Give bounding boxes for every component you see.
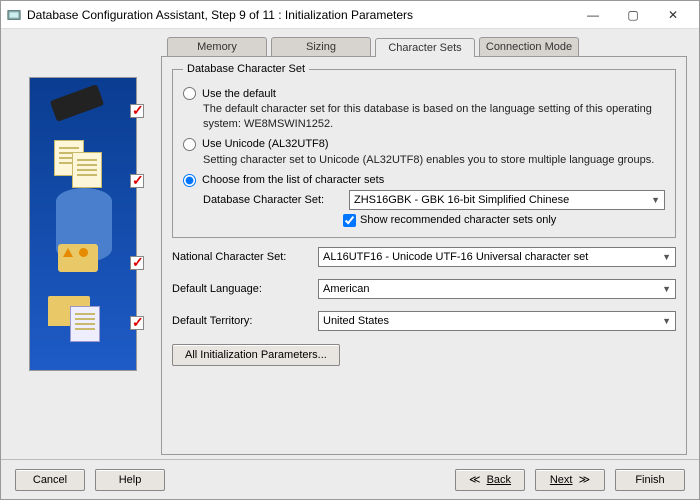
finish-button[interactable]: Finish: [615, 469, 685, 491]
db-charset-group: Database Character Set Use the default T…: [172, 63, 676, 238]
tab-connection-mode[interactable]: Connection Mode: [479, 37, 579, 56]
window-title: Database Configuration Assistant, Step 9…: [27, 8, 573, 22]
chevron-down-icon: ▼: [662, 316, 671, 326]
all-init-params-button[interactable]: All Initialization Parameters...: [172, 344, 340, 366]
use-default-desc: The default character set for this datab…: [203, 102, 665, 132]
tab-panel: Database Character Set Use the default T…: [161, 56, 687, 455]
tab-bar: Memory Sizing Character Sets Connection …: [167, 37, 687, 56]
db-charset-label: Database Character Set:: [203, 194, 341, 206]
default-language-select[interactable]: American ▼: [318, 279, 676, 299]
app-icon: [7, 8, 21, 22]
national-charset-select[interactable]: AL16UTF16 - Unicode UTF-16 Universal cha…: [318, 247, 676, 267]
db-charset-select[interactable]: ZHS16GBK - GBK 16-bit Simplified Chinese…: [349, 190, 665, 210]
default-language-label: Default Language:: [172, 283, 310, 295]
chevron-down-icon: ▼: [662, 252, 671, 262]
radio-use-unicode-label: Use Unicode (AL32UTF8): [202, 138, 329, 150]
footer: Cancel Help ≪ Back Next ≫ Finish: [1, 459, 699, 499]
db-charset-legend: Database Character Set: [183, 63, 309, 75]
use-unicode-desc: Setting character set to Unicode (AL32UT…: [203, 153, 665, 168]
close-button[interactable]: ✕: [653, 2, 693, 28]
radio-use-default-label: Use the default: [202, 88, 276, 100]
radio-use-default[interactable]: [183, 87, 196, 100]
tab-sizing[interactable]: Sizing: [271, 37, 371, 56]
next-button[interactable]: Next ≫: [535, 469, 605, 491]
tab-memory[interactable]: Memory: [167, 37, 267, 56]
minimize-button[interactable]: —: [573, 2, 613, 28]
window: Database Configuration Assistant, Step 9…: [0, 0, 700, 500]
default-language-value: American: [323, 283, 369, 295]
chevron-down-icon: ▼: [651, 195, 660, 205]
default-territory-label: Default Territory:: [172, 315, 310, 327]
chevron-down-icon: ▼: [662, 284, 671, 294]
national-charset-value: AL16UTF16 - Unicode UTF-16 Universal cha…: [323, 251, 588, 263]
radio-choose-list[interactable]: [183, 174, 196, 187]
db-charset-value: ZHS16GBK - GBK 16-bit Simplified Chinese: [354, 194, 569, 206]
help-button[interactable]: Help: [95, 469, 165, 491]
wizard-image: [29, 77, 137, 371]
default-territory-value: United States: [323, 315, 389, 327]
titlebar: Database Configuration Assistant, Step 9…: [1, 1, 699, 29]
wizard-sidebar: [13, 37, 153, 455]
radio-choose-list-label: Choose from the list of character sets: [202, 174, 384, 186]
show-recommended-label: Show recommended character sets only: [360, 214, 556, 226]
cancel-button[interactable]: Cancel: [15, 469, 85, 491]
tab-character-sets[interactable]: Character Sets: [375, 38, 475, 57]
show-recommended-checkbox[interactable]: [343, 214, 356, 227]
back-button[interactable]: ≪ Back: [455, 469, 525, 491]
maximize-button[interactable]: ▢: [613, 2, 653, 28]
radio-use-unicode[interactable]: [183, 138, 196, 151]
default-territory-select[interactable]: United States ▼: [318, 311, 676, 331]
national-charset-label: National Character Set:: [172, 251, 310, 263]
